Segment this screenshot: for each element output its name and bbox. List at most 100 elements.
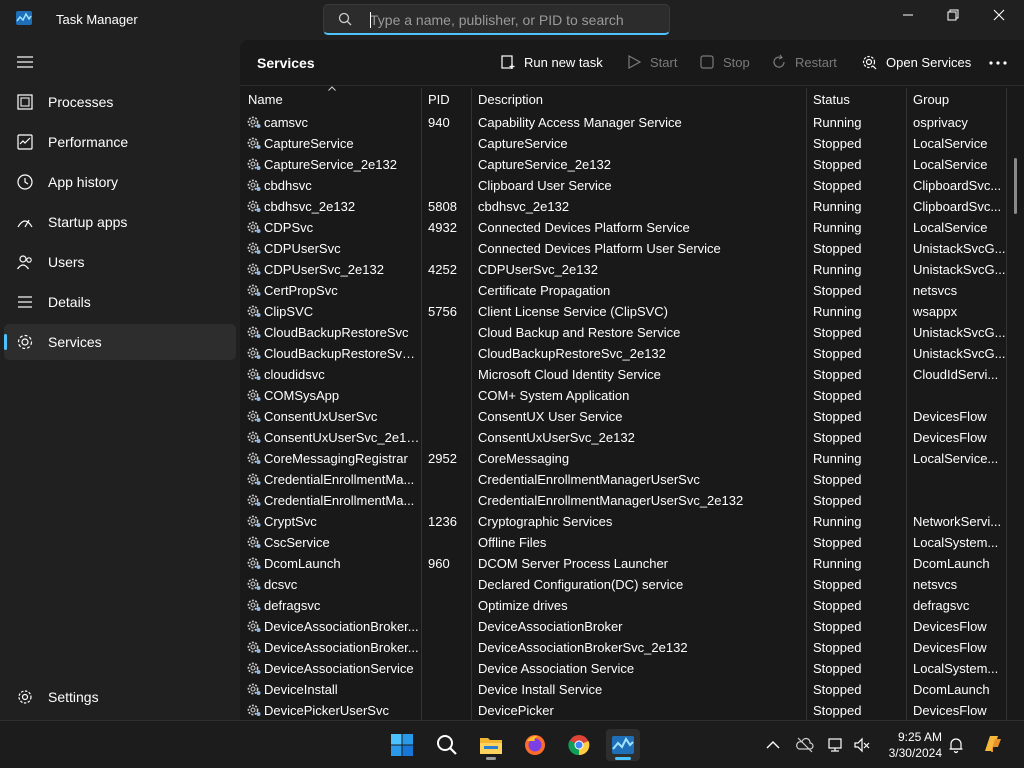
column-header-name[interactable]: Name [248, 92, 283, 107]
taskbar-task-manager[interactable] [606, 729, 640, 761]
taskbar-clock[interactable]: 9:25 AM 3/30/2024 [856, 729, 942, 761]
chevron-up-icon[interactable] [764, 736, 782, 754]
run-new-task-button[interactable]: Run new task [500, 52, 603, 74]
service-description: Cloud Backup and Restore Service [478, 325, 681, 340]
table-row[interactable]: DeviceInstall Device Install Service Stopp… [240, 679, 1010, 700]
service-group: osprivacy [913, 115, 968, 130]
service-group: CloudIdServi... [913, 367, 999, 382]
table-row[interactable]: dcsvc Declared Configuration(DC) service S… [240, 574, 1010, 595]
table-row[interactable]: CertPropSvc Certificate Propagation Stoppe… [240, 280, 1010, 301]
table-row[interactable]: DcomLaunch 960 DCOM Server Process Launche… [240, 553, 1010, 574]
table-row[interactable]: CscService Offline Files Stopped LocalSyste… [240, 532, 1010, 553]
hamburger-menu-icon[interactable] [17, 56, 33, 68]
service-name: CloudBackupRestoreSvc_... [264, 346, 420, 361]
table-row[interactable]: DevicePickerUserSvc DevicePicker Stopped De… [240, 700, 1010, 720]
table-row[interactable]: DeviceAssociationBroker... DeviceAssociat… [240, 616, 1010, 637]
sidebar: Processes Performance App history Startu… [0, 40, 240, 720]
service-status: Stopped [813, 430, 862, 445]
table-row[interactable]: COMSysApp COM+ System Application Stopped [240, 385, 1010, 406]
processes-icon [17, 94, 33, 110]
sort-ascending-icon [328, 86, 336, 91]
sidebar-item-services[interactable]: Services [4, 324, 236, 360]
sidebar-item-settings[interactable]: Settings [4, 679, 236, 715]
table-row[interactable]: CDPSvc 4932 Connected Devices Platform Ser… [240, 217, 1010, 238]
start-icon [391, 734, 413, 756]
service-description: COM+ System Application [478, 388, 630, 403]
service-status: Running [813, 115, 862, 130]
sidebar-item-details[interactable]: Details [4, 284, 236, 320]
taskbar-search-button[interactable] [430, 729, 464, 761]
close-button[interactable] [976, 0, 1022, 30]
table-row[interactable]: CaptureService CaptureService Stopped Local… [240, 133, 1010, 154]
service-status: Stopped [813, 619, 862, 634]
service-group: LocalService [913, 220, 988, 235]
table-row[interactable]: camsvc 940 Capability Access Manager Servi… [240, 112, 1010, 133]
column-header-status[interactable]: Status [813, 92, 850, 107]
sidebar-item-app-history[interactable]: App history [4, 164, 236, 200]
table-row[interactable]: CDPUserSvc Connected Devices Platform Use… [240, 238, 1010, 259]
maximize-button[interactable] [930, 0, 976, 30]
copilot-pre-icon[interactable] [981, 733, 1003, 755]
task-manager-logo-icon [16, 11, 32, 25]
column-header-pid[interactable]: PID [428, 92, 450, 107]
start-button[interactable]: Start [626, 52, 678, 74]
minimize-button[interactable] [885, 0, 931, 30]
table-row[interactable]: defragsvc Optimize drives Stopped defragsvc [240, 595, 1010, 616]
service-description: Microsoft Cloud Identity Service [478, 367, 661, 382]
service-status: Running [813, 304, 862, 319]
sidebar-item-users[interactable]: Users [4, 244, 236, 280]
restart-button[interactable]: Restart [771, 52, 837, 74]
table-row[interactable]: cloudidsvc Microsoft Cloud Identity Servi… [240, 364, 1010, 385]
sidebar-item-startup-apps[interactable]: Startup apps [4, 204, 236, 240]
notification-bell-icon[interactable] [947, 736, 965, 754]
sidebar-item-processes[interactable]: Processes [4, 84, 236, 120]
taskbar-file-explorer[interactable] [474, 729, 508, 761]
service-description: CloudBackupRestoreSvc_2e132 [478, 346, 666, 361]
sidebar-item-performance[interactable]: Performance [4, 124, 236, 160]
service-description: Connected Devices Platform User Service [478, 241, 721, 256]
table-row[interactable]: CloudBackupRestoreSvc_... CloudBackupRest… [240, 343, 1010, 364]
service-description: DeviceAssociationBroker [478, 619, 623, 634]
table-row[interactable]: CredentialEnrollmentMa... CredentialEnrol… [240, 490, 1010, 511]
table-row[interactable]: CredentialEnrollmentMa... CredentialEnrol… [240, 469, 1010, 490]
taskbar-chrome[interactable] [562, 729, 596, 761]
table-row[interactable]: CoreMessagingRegistrar 2952 CoreMessaging R… [240, 448, 1010, 469]
table-row[interactable]: ClipSVC 5756 Client License Service (ClipS… [240, 301, 1010, 322]
service-name: CoreMessagingRegistrar [264, 451, 408, 466]
table-row[interactable]: CloudBackupRestoreSvc Cloud Backup and Re… [240, 322, 1010, 343]
service-gear-icon [247, 367, 261, 381]
table-row[interactable]: cbdhsvc_2e132 5808 cbdhsvc_2e132 Running Cli… [240, 196, 1010, 217]
table-row[interactable]: CryptSvc 1236 Cryptographic Services Runnin… [240, 511, 1010, 532]
table-row[interactable]: ConsentUxUserSvc_2e132 ConsentUxUserSvc_2… [240, 427, 1010, 448]
service-gear-icon [247, 682, 261, 696]
table-row[interactable]: DeviceAssociationService Device Associati… [240, 658, 1010, 679]
active-indicator [4, 334, 7, 350]
service-name: DevicePickerUserSvc [264, 703, 389, 718]
service-group: DcomLaunch [913, 682, 990, 697]
table-row[interactable]: CDPUserSvc_2e132 4252 CDPUserSvc_2e132 Runn… [240, 259, 1010, 280]
taskbar-start-button[interactable] [385, 729, 419, 761]
service-name: CDPUserSvc_2e132 [264, 262, 384, 277]
service-status: Stopped [813, 157, 862, 172]
more-options-icon[interactable] [988, 54, 1008, 72]
onedrive-offline-icon[interactable] [796, 736, 814, 754]
network-icon[interactable] [827, 736, 845, 754]
table-row[interactable]: CaptureService_2e132 CaptureService_2e132… [240, 154, 1010, 175]
service-status: Stopped [813, 346, 862, 361]
service-gear-icon [247, 556, 261, 570]
service-gear-icon [247, 220, 261, 234]
search-icon [338, 12, 352, 26]
taskbar-firefox[interactable] [518, 729, 552, 761]
table-row[interactable]: ConsentUxUserSvc ConsentUX User Service St… [240, 406, 1010, 427]
service-group: NetworkServi... [913, 514, 1002, 529]
table-row[interactable]: DeviceAssociationBroker... DeviceAssociat… [240, 637, 1010, 658]
column-header-description[interactable]: Description [478, 92, 543, 107]
column-header-group[interactable]: Group [913, 92, 949, 107]
search-input[interactable] [370, 10, 660, 30]
file-explorer-icon [480, 738, 502, 754]
table-row[interactable]: cbdhsvc Clipboard User Service Stopped Clip… [240, 175, 1010, 196]
stop-button[interactable]: Stop [699, 52, 751, 74]
search-box[interactable] [323, 4, 670, 35]
vertical-scrollbar[interactable] [1014, 158, 1017, 214]
open-services-button[interactable]: Open Services [862, 52, 972, 74]
